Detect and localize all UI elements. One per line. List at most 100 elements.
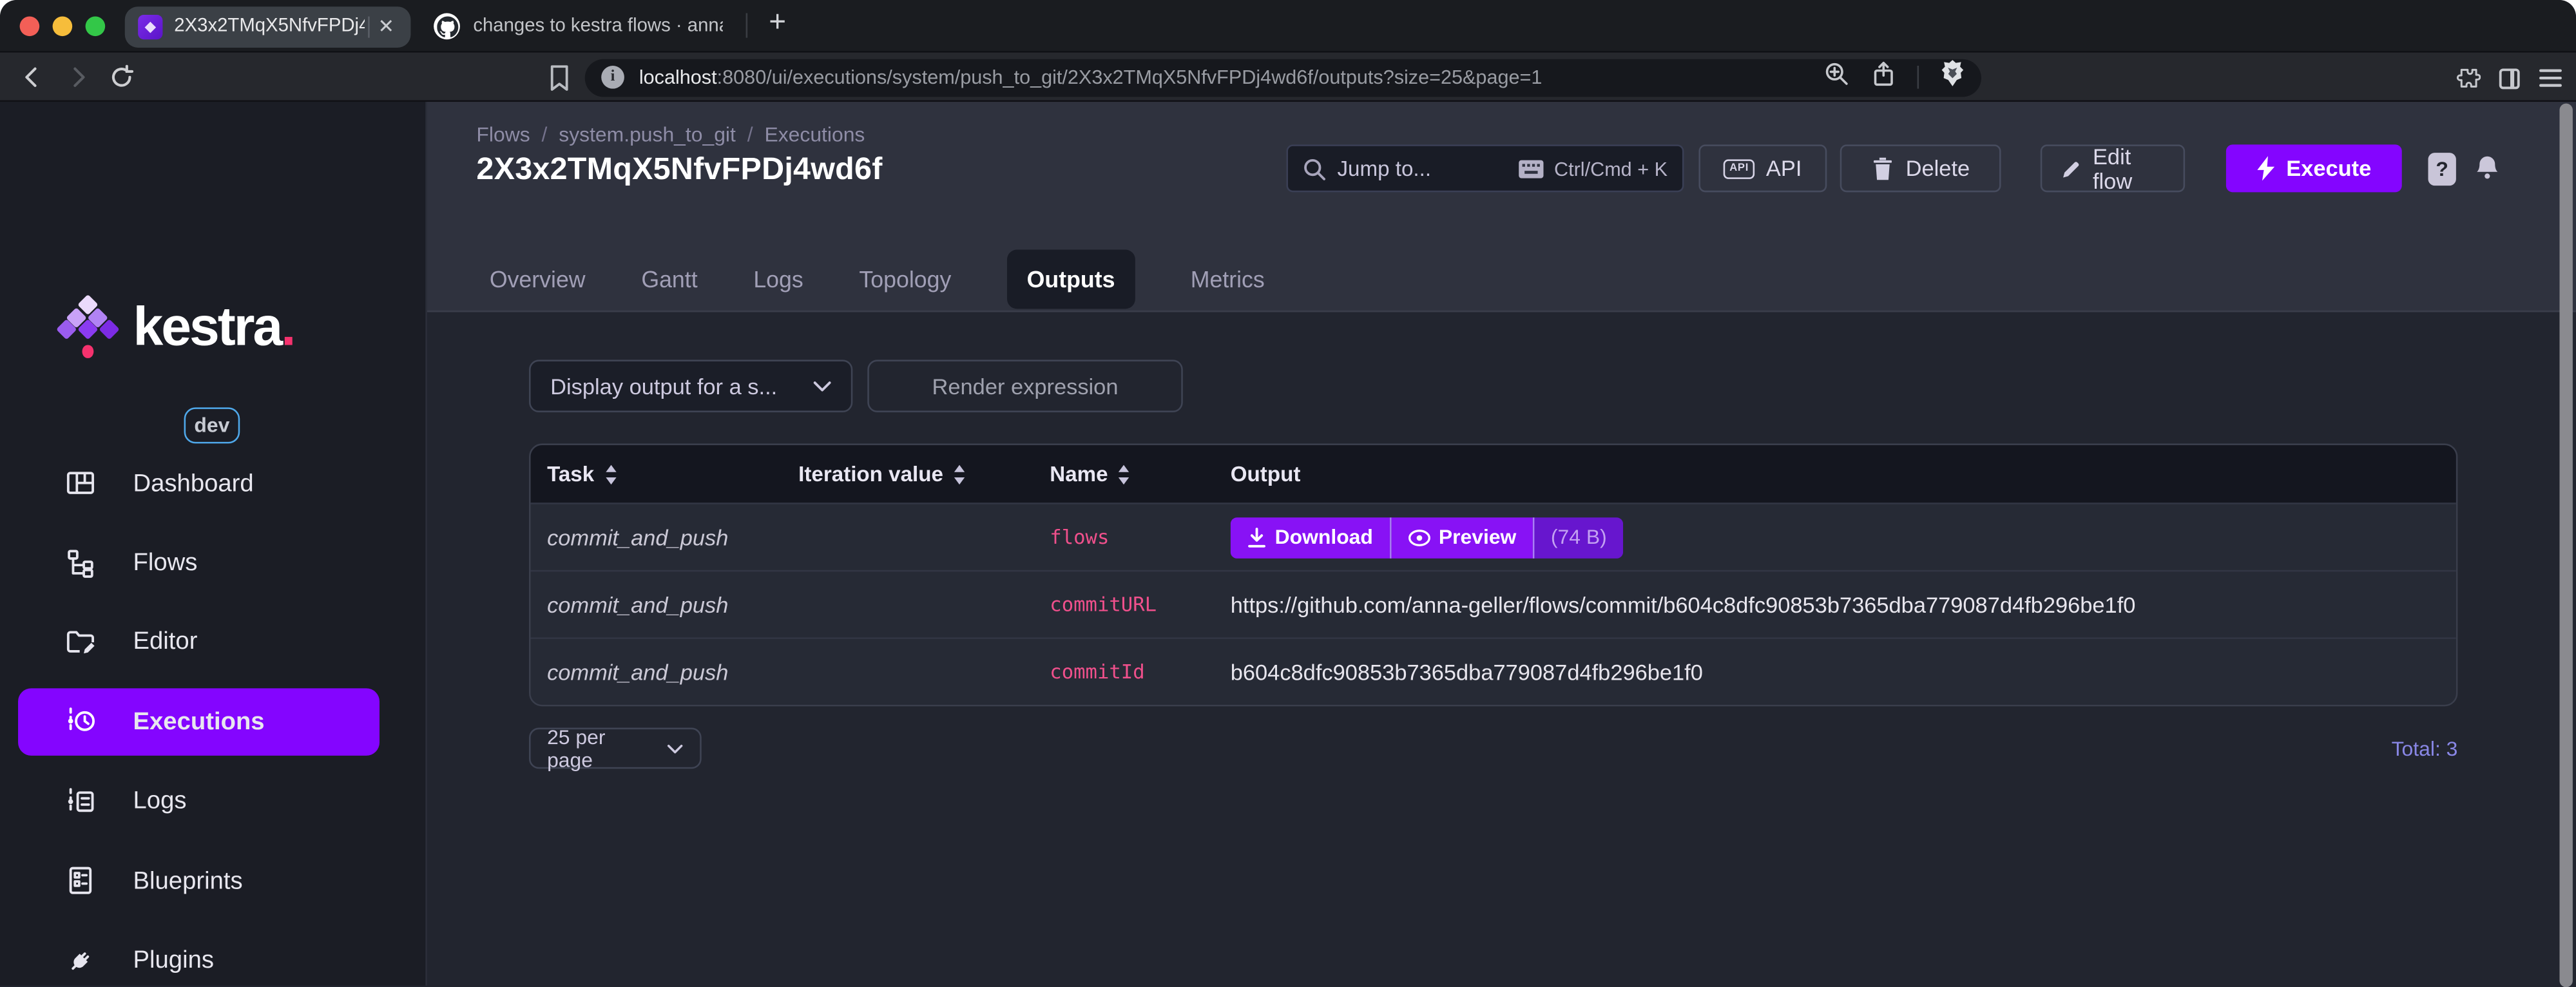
executions-icon <box>68 708 95 736</box>
close-window-button[interactable] <box>19 15 40 35</box>
sidebar-item-plugins[interactable]: Plugins <box>0 921 425 987</box>
fullscreen-window-button[interactable] <box>85 15 106 35</box>
notifications-button[interactable] <box>2474 155 2501 182</box>
per-page-value: 25 per page <box>547 725 606 772</box>
url-host: localhost <box>639 65 717 89</box>
execution-tabs: Overview Gantt Logs Topology Outputs Met… <box>490 249 1265 309</box>
api-button[interactable]: API API <box>1698 144 1827 193</box>
sidebar-item-label: Blueprints <box>133 867 243 895</box>
pagination-bar: 25 per page Total: 3 <box>529 725 2457 772</box>
output-value-cell: b604c8dfc90853b7365dba779087d4fb296be1f0 <box>1230 659 1703 684</box>
extensions-puzzle-icon[interactable] <box>2454 65 2481 100</box>
page-header: Flows / system.push_to_git / Executions 2X3x… <box>427 102 2576 312</box>
bookmark-icon[interactable] <box>549 63 570 99</box>
edit-flow-button-label: Edit flow <box>2092 144 2133 193</box>
zoom-page-icon[interactable] <box>1823 60 1850 95</box>
sort-icon[interactable] <box>1118 464 1131 484</box>
brave-shield-icon[interactable] <box>1940 59 1965 95</box>
table-row: commit_and_push commitURL https://github… <box>530 570 2456 638</box>
dashboard-icon <box>66 472 94 495</box>
sidebar-item-dashboard[interactable]: Dashboard <box>0 443 425 522</box>
sort-icon[interactable] <box>953 464 966 484</box>
column-header-name[interactable]: Name <box>1033 461 1214 486</box>
reload-icon[interactable] <box>108 64 135 99</box>
browser-tab-inactive[interactable]: changes to kestra flows · anna-gel <box>424 6 740 47</box>
search-icon <box>1304 158 1326 180</box>
sidebar-item-editor[interactable]: Editor <box>0 602 425 682</box>
share-icon[interactable] <box>1871 60 1896 95</box>
preview-label: Preview <box>1438 525 1517 549</box>
scrollbar-thumb[interactable] <box>2559 103 2573 987</box>
tab-outputs[interactable]: Outputs <box>1007 249 1135 309</box>
output-name-cell: flows <box>1050 525 1110 549</box>
sidebar-panel-icon[interactable] <box>2497 65 2522 100</box>
edit-flow-button[interactable]: Edit flow <box>2040 144 2186 193</box>
download-label: Download <box>1274 525 1373 549</box>
address-bar[interactable]: i localhost:8080/ui/executions/system/pu… <box>584 58 1981 97</box>
kestra-logo[interactable]: kestra. <box>55 294 296 360</box>
browser-tab-bar: ◆ 2X3x2TMqX5NfvFPDj4wd6f ✕ changes to ke… <box>0 0 2576 52</box>
preview-button[interactable]: Preview <box>1390 516 1533 558</box>
vertical-scrollbar[interactable] <box>2559 103 2574 987</box>
sidebar-item-logs[interactable]: Logs <box>0 762 425 841</box>
output-name-cell: commitURL <box>1050 593 1157 617</box>
render-expression-button[interactable]: Render expression <box>867 359 1183 412</box>
execute-button[interactable]: Execute <box>2225 144 2402 193</box>
sidebar-nav: Dashboard Flows Editor Executions Logs B… <box>0 443 425 987</box>
help-button[interactable]: ? <box>2428 151 2456 185</box>
breadcrumb-flows[interactable]: Flows <box>476 123 530 146</box>
menu-hamburger-icon[interactable] <box>2538 68 2562 97</box>
tab-metrics[interactable]: Metrics <box>1191 250 1265 309</box>
sidebar-item-label: Editor <box>133 628 198 656</box>
column-header-output: Output <box>1230 461 1301 486</box>
tab-gantt[interactable]: Gantt <box>641 250 697 309</box>
pencil-icon <box>2063 160 2079 177</box>
task-cell: commit_and_push <box>547 659 729 684</box>
render-expression-label: Render expression <box>932 374 1119 399</box>
browser-tab-active[interactable]: ◆ 2X3x2TMqX5NfvFPDj4wd6f ✕ <box>124 5 411 47</box>
per-page-select[interactable]: 25 per page <box>529 725 702 772</box>
delete-button[interactable]: Delete <box>1840 144 2001 193</box>
sidebar-item-label: Logs <box>133 787 187 816</box>
new-tab-button[interactable]: + <box>762 5 793 40</box>
sort-icon[interactable] <box>604 464 617 484</box>
sidebar-item-flows[interactable]: Flows <box>0 523 425 602</box>
tab-overview[interactable]: Overview <box>490 250 586 309</box>
tab-divider <box>745 13 748 38</box>
table-row: commit_and_push commitId b604c8dfc90853b… <box>530 637 2456 705</box>
column-header-iteration-value[interactable]: Iteration value <box>782 461 1033 486</box>
breadcrumb-separator: / <box>541 123 548 146</box>
delete-button-label: Delete <box>1905 156 1970 181</box>
tab-title: 2X3x2TMqX5NfvFPDj4wd6f <box>174 16 365 37</box>
task-cell: commit_and_push <box>547 524 729 550</box>
minimize-window-button[interactable] <box>52 15 73 35</box>
tab-topology[interactable]: Topology <box>859 250 951 309</box>
toolbar-divider <box>1917 65 1919 89</box>
tab-logs[interactable]: Logs <box>753 250 803 309</box>
sidebar-item-executions[interactable]: Executions <box>0 682 425 762</box>
tab-close-icon[interactable]: ✕ <box>378 16 394 36</box>
column-header-task[interactable]: Task <box>531 461 782 486</box>
breadcrumb-namespace[interactable]: system.push_to_git <box>559 123 736 146</box>
plugins-icon <box>72 952 90 970</box>
forward-icon[interactable] <box>66 64 90 99</box>
breadcrumb-executions[interactable]: Executions <box>764 123 865 146</box>
outputs-content: Display output for a s... Render express… <box>427 312 2576 985</box>
kestra-logo-icon <box>55 294 119 360</box>
url-text[interactable]: localhost:8080/ui/executions/system/push… <box>639 66 1543 89</box>
display-output-select[interactable]: Display output for a s... <box>529 359 853 412</box>
sidebar-item-blueprints[interactable]: Blueprints <box>0 841 425 920</box>
jump-to-search[interactable]: Jump to... Ctrl/Cmd + K <box>1286 144 1684 193</box>
download-button[interactable]: Download <box>1230 516 1390 558</box>
environment-badge: dev <box>184 407 240 444</box>
sidebar-item-label: Dashboard <box>133 469 254 497</box>
sidebar-item-label: Flows <box>133 548 198 577</box>
editor-icon <box>66 631 95 654</box>
download-icon <box>1248 526 1265 547</box>
trash-icon <box>1873 157 1892 180</box>
back-icon[interactable] <box>20 64 44 99</box>
keyboard-icon <box>1519 159 1544 178</box>
table-row: commit_and_push flows Download Preview (… <box>530 503 2456 570</box>
tab-separator <box>368 15 370 37</box>
site-info-icon[interactable]: i <box>601 65 624 89</box>
